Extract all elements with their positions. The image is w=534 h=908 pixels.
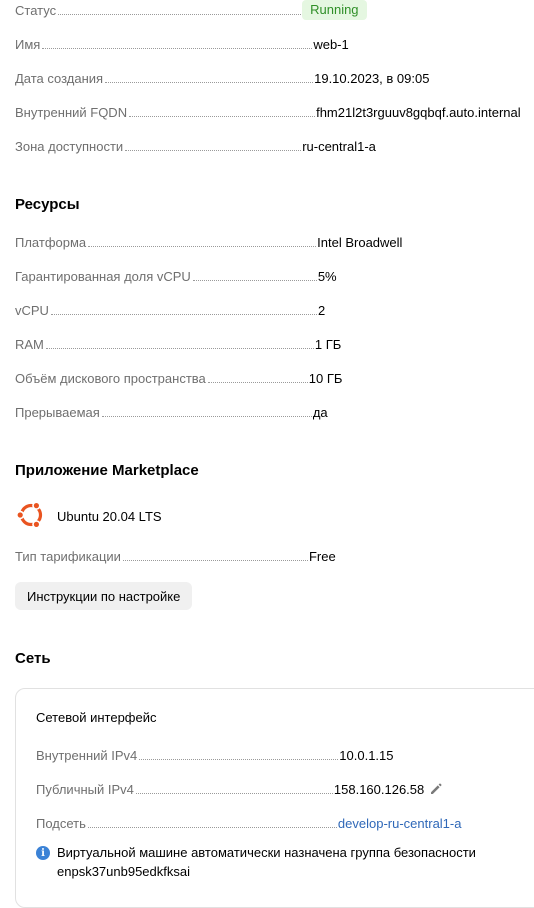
preemptible-label: Прерываемая <box>15 404 100 420</box>
leader-dots <box>135 793 333 794</box>
ram-value: 1 ГБ <box>314 336 342 352</box>
vcpu-row: vCPU 2 <box>15 300 325 320</box>
core-fraction-value: 5% <box>317 268 337 284</box>
leader-dots <box>87 827 337 828</box>
platform-label: Платформа <box>15 234 87 250</box>
platform-value: Intel Broadwell <box>317 234 403 250</box>
internal-ip-row: Внутренний IPv4 10.0.1.15 <box>36 745 394 765</box>
edit-pencil-icon[interactable] <box>429 782 443 796</box>
vcpu-label: vCPU <box>15 302 49 318</box>
disk-row: Объём дискового пространства 10 ГБ <box>15 368 342 388</box>
created-row: Дата создания 19.10.2023, в 09:05 <box>15 68 429 88</box>
leader-dots <box>45 348 314 349</box>
subnet-label: Подсеть <box>36 815 86 831</box>
leader-dots <box>101 416 312 417</box>
leader-dots <box>58 14 302 15</box>
leader-dots <box>50 314 317 315</box>
leader-dots <box>207 382 308 383</box>
fqdn-value: fhm21l2t3rguuv8gqbqf.auto.internal <box>316 104 521 120</box>
public-ip-label: Публичный IPv4 <box>36 781 134 797</box>
app-name: Ubuntu 20.04 LTS <box>57 508 162 524</box>
status-badge: Running <box>302 0 367 20</box>
zone-label: Зона доступности <box>15 138 124 154</box>
disk-value: 10 ГБ <box>308 370 343 386</box>
leader-dots <box>105 82 314 83</box>
public-ip-row: Публичный IPv4 158.160.126.58 <box>36 779 443 799</box>
leader-dots <box>88 246 317 247</box>
name-row: Имя web-1 <box>15 34 349 54</box>
core-fraction-row: Гарантированная доля vCPU 5% <box>15 266 337 286</box>
name-label: Имя <box>15 36 41 52</box>
leader-dots <box>122 560 308 561</box>
leader-dots <box>42 48 313 49</box>
zone-value: ru-central1-a <box>302 138 376 154</box>
status-label: Статус <box>15 2 57 18</box>
created-value: 19.10.2023, в 09:05 <box>314 70 430 86</box>
subnet-row: Подсеть develop-ru-central1-a <box>36 813 461 833</box>
name-value: web-1 <box>313 36 349 52</box>
info-icon: i <box>36 846 50 860</box>
fqdn-row: Внутренний FQDN fhm21l2t3rguuv8gqbqf.aut… <box>15 102 521 122</box>
created-label: Дата создания <box>15 70 104 86</box>
platform-row: Платформа Intel Broadwell <box>15 232 402 252</box>
ram-label: RAM <box>15 336 44 352</box>
network-interface-title: Сетевой интерфейс <box>36 710 157 725</box>
marketplace-app: Ubuntu 20.04 LTS <box>15 499 162 534</box>
preemptible-value: да <box>312 404 328 420</box>
vcpu-value: 2 <box>317 302 326 318</box>
disk-label: Объём дискового пространства <box>15 370 206 386</box>
ram-row: RAM 1 ГБ <box>15 334 341 354</box>
internal-ip-label: Внутренний IPv4 <box>36 747 138 763</box>
network-title: Сеть <box>15 650 51 667</box>
network-interface-card: Сетевой интерфейс Внутренний IPv4 10.0.1… <box>15 688 534 908</box>
leader-dots <box>139 759 339 760</box>
billing-row: Тип тарификации Free <box>15 546 336 566</box>
core-fraction-label: Гарантированная доля vCPU <box>15 268 191 284</box>
security-group-id: enpsk37unb95edkfksai <box>57 864 190 879</box>
subnet-link[interactable]: develop-ru-central1-a <box>338 816 462 831</box>
fqdn-label: Внутренний FQDN <box>15 104 128 120</box>
leader-dots <box>125 150 302 151</box>
preemptible-row: Прерываемая да <box>15 402 328 422</box>
resources-title: Ресурсы <box>15 196 80 213</box>
ubuntu-logo-icon <box>15 499 47 534</box>
leader-dots <box>192 280 317 281</box>
leader-dots <box>129 116 316 117</box>
billing-label: Тип тарификации <box>15 548 121 564</box>
internal-ip-value: 10.0.1.15 <box>339 747 394 763</box>
info-text-line1: Виртуальной машине автоматически назначе… <box>57 845 476 860</box>
marketplace-title: Приложение Marketplace <box>15 462 199 479</box>
billing-value: Free <box>308 548 336 564</box>
public-ip-value: 158.160.126.58 <box>333 781 425 797</box>
security-group-info: i Виртуальной машине автоматически назна… <box>36 843 476 881</box>
status-row: Статус Running <box>15 0 367 20</box>
zone-row: Зона доступности ru-central1-a <box>15 136 376 156</box>
setup-instructions-button[interactable]: Инструкции по настройке <box>15 582 193 610</box>
